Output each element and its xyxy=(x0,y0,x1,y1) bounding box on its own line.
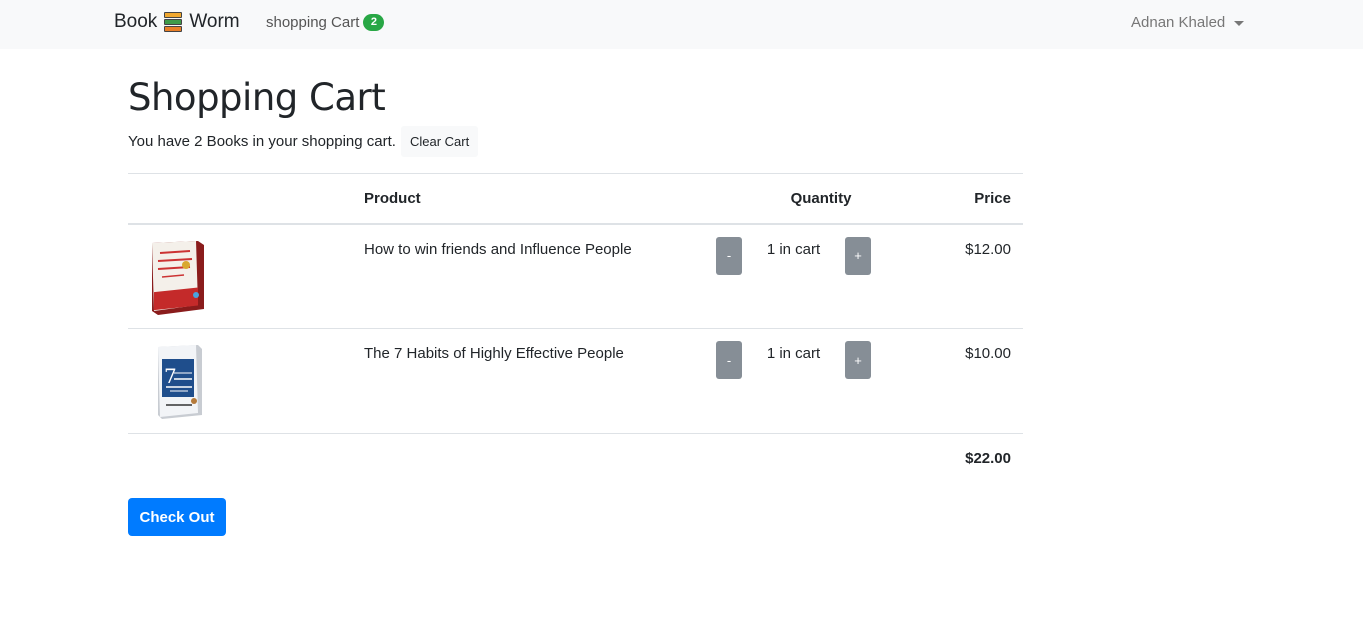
product-image-cell xyxy=(128,223,364,329)
svg-text:7: 7 xyxy=(164,364,177,388)
shopping-cart-label: shopping Cart xyxy=(266,14,360,31)
navbar: Book Worm shopping Cart 2 Adnan Khaled xyxy=(0,0,1363,49)
header-product: Product xyxy=(364,173,722,225)
decrease-quantity-button[interactable]: - xyxy=(716,236,742,275)
total-row: $22.00 xyxy=(128,434,1023,484)
cart-summary: You have 2 Books in your shopping cart. … xyxy=(128,126,479,157)
quantity-value: 1 in cart xyxy=(766,240,821,258)
quantity-stepper: - 1 in cart + xyxy=(716,341,871,379)
quantity-value: 1 in cart xyxy=(766,345,821,362)
cart-summary-text: You have 2 Books in your shopping cart. xyxy=(128,133,396,150)
book-cover-image: 7 xyxy=(146,343,210,421)
cart-count-badge: 2 xyxy=(363,14,385,31)
quantity-cell: - 1 in cart + xyxy=(716,223,920,329)
product-price: $12.00 xyxy=(920,223,1023,329)
quantity-cell: - 1 in cart + xyxy=(716,328,920,434)
header-price: Price xyxy=(920,173,1023,225)
decrease-quantity-button[interactable]: - xyxy=(716,341,742,379)
table-row: 7 The 7 Habits of Highly Effective Peopl… xyxy=(128,328,1023,434)
product-name: How to win friends and Influence People xyxy=(364,223,722,329)
clear-cart-button[interactable]: Clear Cart xyxy=(400,126,479,157)
increase-quantity-button[interactable]: + xyxy=(844,236,871,275)
brand-text-right: Worm xyxy=(189,11,240,32)
product-name: The 7 Habits of Highly Effective People xyxy=(364,328,722,434)
header-image xyxy=(128,173,364,225)
user-name: Adnan Khaled xyxy=(1131,14,1226,31)
shopping-cart-link[interactable]: shopping Cart 2 xyxy=(266,14,385,31)
table-header-row: Product Quantity Price xyxy=(128,173,1023,225)
brand-link[interactable]: Book Worm xyxy=(114,11,240,33)
book-cover-image xyxy=(146,239,210,317)
header-quantity: Quantity xyxy=(722,173,920,225)
increase-quantity-button[interactable]: + xyxy=(844,341,871,379)
product-price: $10.00 xyxy=(920,328,1023,434)
quantity-stepper: - 1 in cart + xyxy=(716,236,871,275)
checkout-button[interactable]: Check Out xyxy=(128,498,226,536)
books-icon xyxy=(163,11,183,33)
page-title: Shopping Cart xyxy=(128,76,386,119)
cart-total: $22.00 xyxy=(965,450,1011,467)
product-image-cell: 7 xyxy=(128,328,364,434)
caret-down-icon xyxy=(1234,20,1245,26)
table-row: How to win friends and Influence People … xyxy=(128,223,1023,329)
cart-table: Product Quantity Price How to win friend… xyxy=(128,173,1023,484)
user-dropdown[interactable]: Adnan Khaled xyxy=(1131,14,1245,31)
brand-text-left: Book xyxy=(114,11,158,32)
